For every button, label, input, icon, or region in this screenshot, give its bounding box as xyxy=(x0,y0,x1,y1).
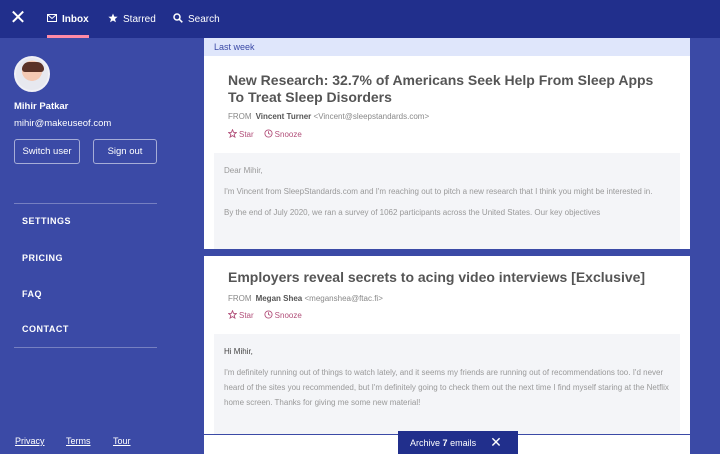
section-header: Last week xyxy=(204,38,690,56)
email-actions: Star Snooze xyxy=(227,128,302,140)
divider xyxy=(14,203,157,204)
sign-out-button[interactable]: Sign out xyxy=(93,139,157,164)
user-email: mihir@makeuseof.com xyxy=(14,118,112,129)
mail-icon xyxy=(47,13,57,25)
nav-contact[interactable]: CONTACT xyxy=(22,324,69,334)
nav-pricing[interactable]: PRICING xyxy=(22,253,63,263)
email-from: FROM Megan Shea <meganshea@ftac.fi> xyxy=(228,294,383,303)
email-from: FROM Vincent Turner <Vincent@sleepstandar… xyxy=(228,112,430,121)
footer-link-privacy[interactable]: Privacy xyxy=(15,436,45,446)
footer-link-terms[interactable]: Terms xyxy=(66,436,91,446)
star-outline-icon xyxy=(227,128,238,140)
tab-inbox[interactable]: Inbox xyxy=(47,0,89,38)
email-card[interactable]: Employers reveal secrets to acing video … xyxy=(204,256,690,434)
top-bar: ✕ Inbox Starred Search xyxy=(0,0,720,38)
star-button[interactable]: Star xyxy=(227,128,254,140)
email-subject[interactable]: Employers reveal secrets to acing video … xyxy=(228,269,645,286)
snooze-button[interactable]: Snooze xyxy=(264,129,302,140)
clock-icon xyxy=(264,129,273,140)
nav-faq[interactable]: FAQ xyxy=(22,289,42,299)
tab-search[interactable]: Search xyxy=(173,0,220,38)
snooze-button[interactable]: Snooze xyxy=(264,310,302,321)
email-list: Last week New Research: 32.7% of America… xyxy=(204,38,690,454)
tab-starred[interactable]: Starred xyxy=(108,0,156,38)
tab-inbox-label: Inbox xyxy=(62,13,89,25)
footer-link-tour[interactable]: Tour xyxy=(113,436,131,446)
email-preview: Dear Mihir, I'm Vincent from SleepStanda… xyxy=(214,153,680,249)
email-preview: Hi Mihir, I'm definitely running out of … xyxy=(214,334,680,434)
user-name: Mihir Patkar xyxy=(14,101,69,112)
divider xyxy=(14,347,157,348)
dismiss-icon[interactable]: ✕ xyxy=(490,434,502,451)
tab-starred-label: Starred xyxy=(123,13,156,25)
tab-search-label: Search xyxy=(188,13,220,25)
star-outline-icon xyxy=(227,309,238,321)
clock-icon xyxy=(264,310,273,321)
archive-snackbar: Archive 7 emails ✕ xyxy=(398,431,518,454)
email-card[interactable]: New Research: 32.7% of Americans Seek He… xyxy=(204,56,690,249)
close-icon[interactable]: ✕ xyxy=(6,6,30,30)
snackbar-text: Archive 7 emails xyxy=(410,437,477,448)
sidebar: Mihir Patkar mihir@makeuseof.com Switch … xyxy=(0,38,178,454)
star-icon xyxy=(108,13,118,26)
email-subject[interactable]: New Research: 32.7% of Americans Seek He… xyxy=(228,72,653,106)
nav-settings[interactable]: SETTINGS xyxy=(22,216,71,226)
star-button[interactable]: Star xyxy=(227,309,254,321)
switch-user-button[interactable]: Switch user xyxy=(14,139,80,164)
avatar[interactable] xyxy=(14,56,50,92)
search-icon xyxy=(173,12,183,26)
email-actions: Star Snooze xyxy=(227,309,302,321)
